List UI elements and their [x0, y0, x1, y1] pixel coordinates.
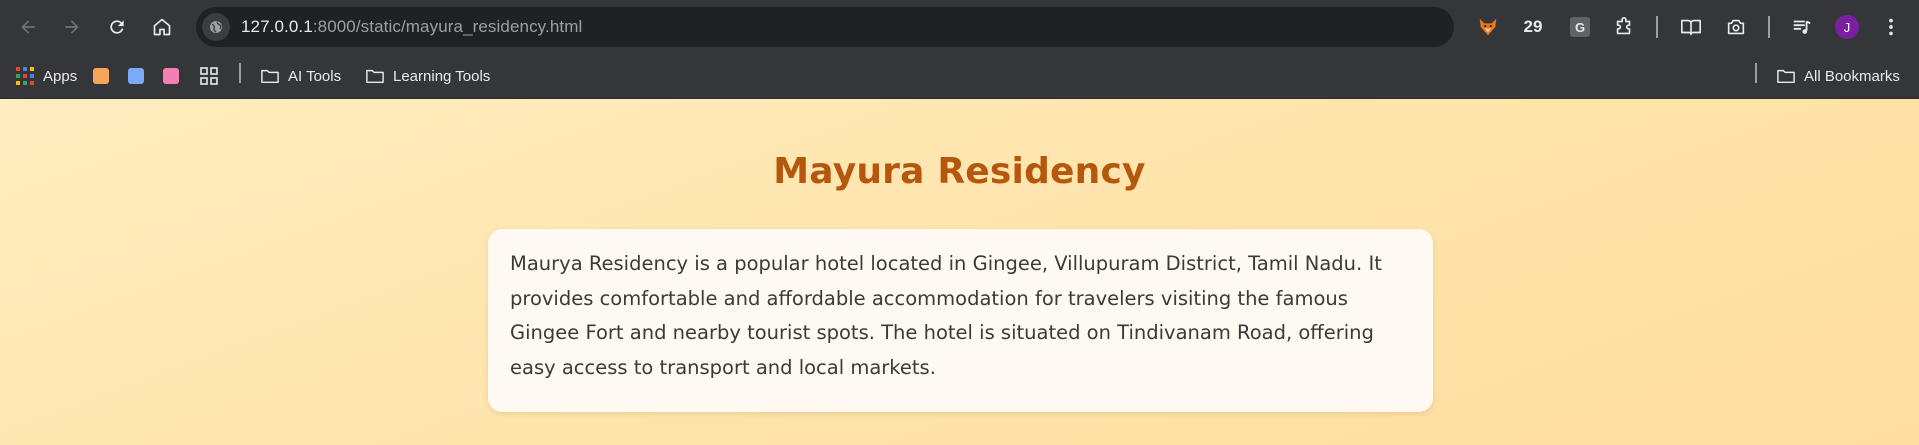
- folder-icon: [1777, 69, 1795, 84]
- toolbar-divider: [1656, 16, 1658, 38]
- bookmark-ai-tools-label: AI Tools: [288, 67, 342, 85]
- bookmark-apps[interactable]: Apps: [16, 63, 77, 89]
- hotel-description: Maurya Residency is a popular hotel loca…: [510, 252, 1382, 379]
- bookmark-blue[interactable]: [128, 63, 144, 89]
- playlist-icon: [1793, 20, 1811, 34]
- fox-extension-button[interactable]: [1474, 13, 1502, 41]
- toolbar-divider: [1768, 16, 1770, 38]
- reload-icon: [110, 20, 124, 34]
- address-bar[interactable]: 127.0.0.1:8000/static/mayura_residency.h…: [196, 7, 1454, 47]
- folder-icon: [261, 69, 279, 84]
- bookmark-folder-ai-tools[interactable]: AI Tools: [261, 63, 341, 89]
- reload-button[interactable]: [101, 11, 133, 43]
- g-extension-icon: G: [1570, 17, 1590, 37]
- puzzle-icon: [1616, 17, 1631, 35]
- extension-counter[interactable]: 29: [1518, 13, 1548, 41]
- arrow-right-icon: [65, 20, 79, 34]
- media-controls-button[interactable]: [1788, 13, 1816, 41]
- bookmark-pink[interactable]: [163, 63, 179, 89]
- extension-count: 29: [1523, 17, 1543, 36]
- avatar: J: [1835, 15, 1859, 39]
- reading-mode-button[interactable]: [1676, 13, 1706, 41]
- bookmark-orange[interactable]: [93, 63, 109, 89]
- bookmark-grid[interactable]: [200, 63, 218, 89]
- url-host: 127.0.0.1: [241, 17, 313, 36]
- home-icon: [153, 18, 171, 36]
- lens-button[interactable]: [1722, 13, 1750, 41]
- pink-favicon-icon: [163, 68, 179, 84]
- url-text: 127.0.0.1:8000/static/mayura_residency.h…: [241, 17, 582, 37]
- page-title: Mayura Residency: [773, 151, 1146, 192]
- profile-button[interactable]: J: [1833, 13, 1861, 41]
- grid-icon: [200, 67, 218, 85]
- extensions-button[interactable]: [1610, 13, 1638, 41]
- menu-button[interactable]: [1877, 13, 1905, 41]
- bookmarks-divider: [1755, 63, 1757, 83]
- site-info-button[interactable]: [202, 13, 230, 41]
- globe-icon: [210, 21, 222, 33]
- orange-favicon-icon: [93, 68, 109, 84]
- blue-favicon-icon: [128, 68, 144, 84]
- url-path: :8000/static/mayura_residency.html: [312, 17, 583, 36]
- arrow-left-icon: [21, 20, 35, 34]
- bookmark-folder-all-bookmarks[interactable]: All Bookmarks: [1777, 63, 1900, 89]
- description-card: Maurya Residency is a popular hotel loca…: [488, 229, 1433, 412]
- fox-icon: [1479, 18, 1497, 36]
- home-button[interactable]: [146, 11, 178, 43]
- bookmark-folder-learning-tools[interactable]: Learning Tools: [366, 63, 490, 89]
- bookmark-learning-tools-label: Learning Tools: [393, 67, 491, 85]
- browser-toolbar: 127.0.0.1:8000/static/mayura_residency.h…: [0, 0, 1919, 54]
- forward-button[interactable]: [56, 11, 88, 43]
- book-icon: [1681, 19, 1701, 36]
- g-extension-button[interactable]: G: [1566, 13, 1594, 41]
- bookmarks-bar: Apps AI Tools Learning Tools All Bookmar…: [0, 54, 1919, 99]
- bookmarks-divider: [239, 63, 241, 83]
- all-bookmarks-label: All Bookmarks: [1804, 67, 1900, 85]
- camera-search-icon: [1727, 19, 1745, 35]
- back-button[interactable]: [12, 11, 44, 43]
- more-vertical-icon: [1889, 18, 1893, 36]
- page-viewport: Mayura Residency Maurya Residency is a p…: [0, 99, 1919, 445]
- folder-icon: [366, 69, 384, 84]
- apps-grid-icon: [16, 67, 34, 85]
- bookmark-apps-label: Apps: [43, 67, 78, 85]
